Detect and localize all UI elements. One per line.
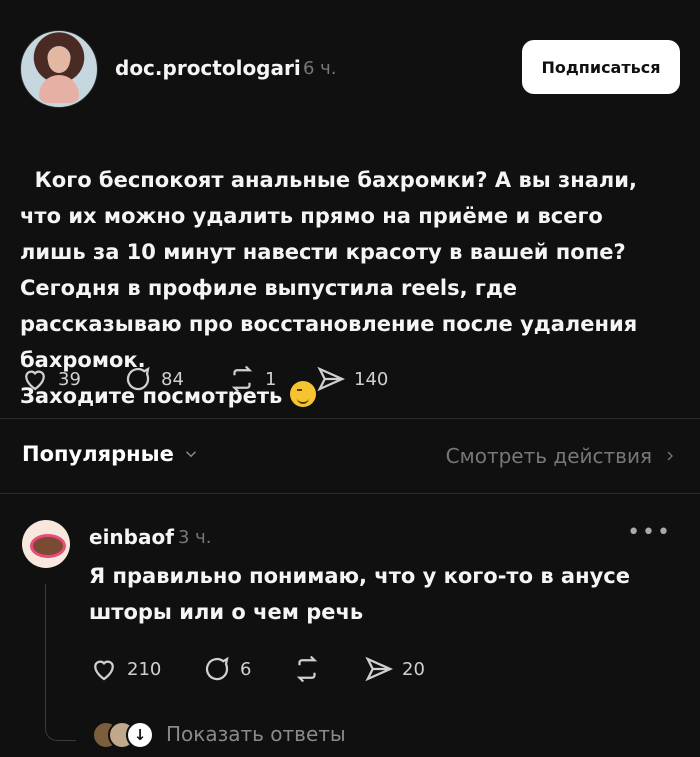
reply-avatar[interactable] xyxy=(22,520,70,568)
author-username[interactable]: doc.proctologari xyxy=(115,56,301,80)
follow-button[interactable]: Подписаться xyxy=(522,40,680,94)
reply-repost-button[interactable] xyxy=(292,652,322,686)
reply: einbaof 3 ч. ••• Я правильно понимаю, чт… xyxy=(0,500,700,757)
reply-text: Я правильно понимаю, что у кого-то в ану… xyxy=(89,564,630,624)
reply-share-button[interactable]: 20 xyxy=(364,652,425,686)
thread-curve xyxy=(45,720,76,741)
avatar-eye xyxy=(30,534,66,558)
comment-button[interactable]: 84 xyxy=(123,362,184,396)
repost-icon xyxy=(231,365,253,393)
comment-count: 84 xyxy=(161,368,184,390)
reply-like-count: 210 xyxy=(127,658,162,680)
repost-icon xyxy=(296,655,318,683)
comment-icon xyxy=(205,656,229,681)
like-count: 39 xyxy=(58,368,81,390)
comment-icon xyxy=(126,366,150,391)
like-button[interactable]: 39 xyxy=(20,362,81,396)
reply-like-button[interactable]: 210 xyxy=(89,652,161,686)
author-avatar[interactable] xyxy=(20,30,98,108)
reply-actions: 210 6 20 xyxy=(89,652,449,686)
post-time: 6 ч. xyxy=(303,58,337,79)
post-header: doc.proctologari 6 ч. Подписаться xyxy=(20,30,680,108)
chevron-right-icon xyxy=(667,451,673,461)
avatar-face xyxy=(48,47,70,73)
show-replies-button[interactable]: ↓ Показать ответы xyxy=(92,718,346,750)
heart-icon xyxy=(94,660,114,681)
avatar-body xyxy=(39,75,79,103)
share-button[interactable]: 140 xyxy=(316,362,388,396)
thread-line xyxy=(45,584,46,724)
repost-button[interactable]: 1 xyxy=(227,362,276,396)
more-options-icon[interactable]: ••• xyxy=(627,520,672,545)
reply-username[interactable]: einbaof xyxy=(89,525,174,549)
comments-sort-bar: Популярные Смотреть действия xyxy=(22,442,678,472)
view-actions-link[interactable]: Смотреть действия xyxy=(446,444,678,468)
reply-share-count: 20 xyxy=(402,658,425,680)
send-icon xyxy=(317,366,346,392)
reply-comment-button[interactable]: 6 xyxy=(202,652,251,686)
show-replies-label: Показать ответы xyxy=(166,722,346,746)
heart-icon xyxy=(25,370,45,391)
send-icon xyxy=(365,656,394,682)
reply-avatars-stack: ↓ xyxy=(92,719,154,749)
divider-bottom xyxy=(0,493,700,494)
reply-time: 3 ч. xyxy=(178,527,212,548)
share-count: 140 xyxy=(354,368,389,390)
divider-top xyxy=(0,418,700,419)
sort-dropdown[interactable]: Популярные xyxy=(22,442,200,466)
reply-comment-count: 6 xyxy=(240,658,252,680)
chevron-down-icon xyxy=(185,451,196,458)
post-actions: 39 84 1 140 xyxy=(20,362,440,396)
repost-count: 1 xyxy=(265,368,277,390)
view-actions-label: Смотреть действия xyxy=(445,444,652,468)
sort-label: Популярные xyxy=(22,442,174,466)
arrow-down-icon: ↓ xyxy=(126,721,154,749)
